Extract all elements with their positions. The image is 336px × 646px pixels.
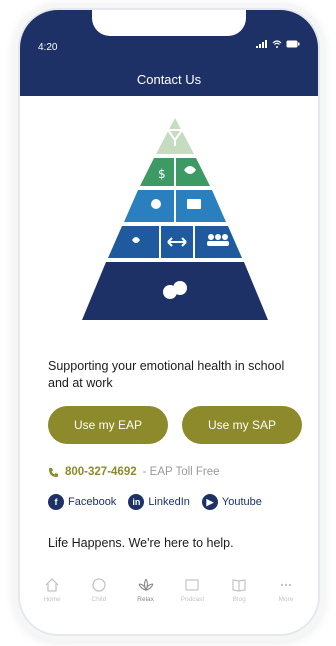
briefcase-icon: [187, 199, 201, 209]
footer-message: Life Happens. We're here to help.: [48, 536, 234, 550]
tab-more[interactable]: More: [264, 576, 308, 603]
facebook-link[interactable]: f Facebook: [48, 494, 116, 510]
status-icons: [256, 40, 300, 48]
book-icon: [230, 576, 248, 594]
phone-number[interactable]: 800-327-4692: [65, 466, 137, 478]
status-time: 4:20: [38, 42, 58, 53]
signal-icon: [256, 40, 267, 48]
use-eap-button[interactable]: Use my EAP: [48, 406, 168, 444]
lotus-icon: [137, 576, 155, 594]
facebook-icon: f: [48, 494, 64, 510]
phone-frame: 4:20 Contact Us $ Supporting your emotio…: [20, 10, 318, 634]
linkedin-link[interactable]: in LinkedIn: [128, 494, 190, 510]
device-notch: [92, 10, 246, 36]
more-icon: [277, 576, 295, 594]
svg-text:$: $: [158, 167, 166, 181]
wellbeing-pyramid: $: [82, 118, 268, 320]
tab-blog[interactable]: Blog: [217, 576, 261, 603]
linkedin-label: LinkedIn: [148, 496, 190, 508]
lightbulb-icon: [151, 199, 161, 209]
tab-home[interactable]: Home: [30, 576, 74, 603]
tagline: Supporting your emotional health in scho…: [48, 359, 285, 390]
linkedin-icon: in: [128, 494, 145, 510]
tab-podcast-label: Podcast: [180, 596, 205, 603]
use-sap-button[interactable]: Use my SAP: [182, 406, 302, 444]
phone-contact[interactable]: 800-327-4692 - EAP Toll Free: [48, 466, 220, 478]
wifi-icon: [272, 40, 282, 48]
tab-blog-label: Blog: [232, 596, 246, 603]
tab-more-label: More: [278, 596, 294, 603]
tab-child[interactable]: Child: [77, 576, 121, 603]
tab-podcast[interactable]: Podcast: [170, 576, 214, 603]
youtube-label: Youtube: [221, 496, 262, 508]
app-header: 4:20 Contact Us: [20, 10, 318, 96]
tab-relax-label: Relax: [137, 596, 154, 603]
tab-child-label: Child: [91, 596, 107, 603]
social-links: f Facebook in LinkedIn ▶ Youtube: [48, 494, 262, 510]
bottom-tab-bar: Home Child Relax Podcast Blog More: [30, 576, 308, 603]
pyramid-top: [156, 118, 194, 154]
phone-icon: [49, 467, 58, 477]
phone-label: - EAP Toll Free: [142, 466, 220, 478]
child-icon: [90, 576, 108, 594]
youtube-link[interactable]: ▶ Youtube: [201, 494, 262, 510]
podcast-icon: [183, 576, 201, 594]
tab-relax[interactable]: Relax: [124, 576, 168, 603]
home-icon: [43, 576, 61, 594]
facebook-label: Facebook: [68, 496, 117, 508]
page-title: Contact Us: [136, 72, 202, 87]
battery-icon: [286, 40, 300, 48]
tab-home-label: Home: [43, 596, 61, 603]
youtube-icon: ▶: [201, 494, 218, 510]
